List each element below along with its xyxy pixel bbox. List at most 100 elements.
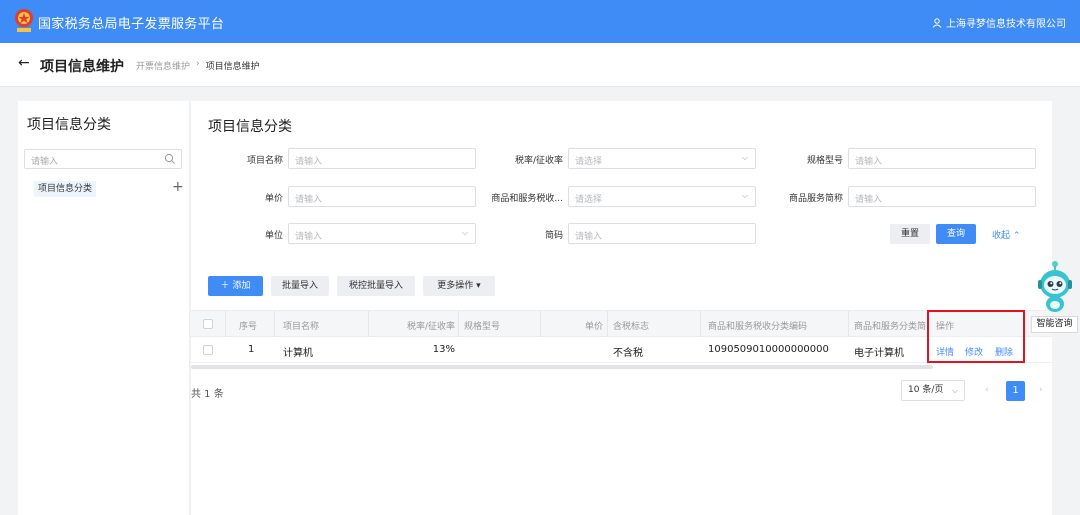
collapse-link[interactable]: 收起 ⌃ [992, 228, 1020, 241]
plus-icon: ＋ [220, 281, 230, 291]
chevron-down-icon: ⌵ [461, 228, 468, 237]
col-spec: 规格型号 [464, 322, 501, 332]
col-tax-flag: 含税标志 [613, 322, 650, 332]
breadcrumb: 开票信息维护 › 项目信息维护 [136, 59, 260, 72]
collapse-label: 收起 [992, 231, 1011, 241]
price-placeholder: 请输入 [295, 195, 323, 205]
add-category-icon[interactable]: + [172, 179, 184, 195]
page-title: 项目信息维护 [40, 59, 124, 75]
tax-rate-placeholder: 请选择 [575, 157, 603, 167]
column-divider [700, 311, 701, 337]
short-name-label: 商品服务简称 [788, 194, 843, 204]
column-divider [607, 311, 608, 337]
brief-code-input[interactable]: 请输入 [568, 223, 756, 244]
back-arrow-icon[interactable]: ← [18, 55, 30, 71]
tax-code-select[interactable]: 请选择 ⌵ [568, 186, 756, 207]
col-tax-short: 商品和服务分类简 [854, 322, 927, 332]
page-size-select[interactable]: 10 条/页 ⌵ [901, 380, 965, 401]
cell-name: 计算机 [283, 348, 313, 359]
item-name-placeholder: 请输入 [295, 157, 323, 167]
column-divider [458, 311, 459, 337]
tax-code-placeholder: 请选择 [575, 195, 603, 205]
app-title: 国家税务总局电子发票服务平台 [38, 17, 225, 32]
column-divider [368, 311, 369, 337]
chevron-down-icon: ⌵ [741, 153, 748, 162]
column-divider [540, 311, 541, 337]
category-search-placeholder: 请输入 [31, 157, 59, 167]
robot-assistant-icon [1038, 261, 1072, 312]
tax-code-label: 商品和服务税收... [491, 194, 563, 204]
table-header: 序号 项目名称 税率/征收率 规格型号 单价 含税标志 商品和服务税收分类编码 … [191, 310, 1052, 337]
query-button[interactable]: 查询 [936, 224, 976, 244]
batch-import-button[interactable]: 批量导入 [271, 276, 329, 296]
user-account[interactable]: 上海寻梦信息技术有限公司 [932, 15, 1066, 30]
category-search-input[interactable]: 请输入 [24, 149, 182, 169]
spec-input[interactable]: 请输入 [848, 148, 1036, 169]
spec-label: 规格型号 [806, 156, 843, 166]
user-icon [932, 17, 942, 28]
actions-highlight-box [927, 310, 1025, 363]
cell-tax-flag: 不含税 [613, 348, 643, 359]
unit-select[interactable]: 请输入 ⌵ [288, 223, 476, 244]
next-page-icon[interactable]: › [1039, 385, 1043, 395]
row-checkbox[interactable] [203, 345, 213, 355]
chevron-up-icon: ⌃ [1012, 231, 1021, 241]
column-divider [848, 311, 849, 337]
smart-consult-label: 智能咨询 [1031, 316, 1078, 333]
item-name-input[interactable]: 请输入 [288, 148, 476, 169]
cell-seq: 1 [248, 344, 255, 355]
price-label: 单价 [264, 194, 283, 204]
total-count: 共 1 条 [191, 389, 224, 400]
item-name-label: 项目名称 [246, 156, 283, 166]
chevron-down-icon: ⌵ [951, 386, 958, 395]
page-number-current[interactable]: 1 [1006, 381, 1025, 401]
unit-placeholder: 请输入 [295, 232, 323, 242]
col-name: 项目名称 [283, 322, 320, 332]
category-panel-title: 项目信息分类 [27, 117, 111, 133]
prev-page-icon[interactable]: ‹ [985, 385, 989, 395]
category-panel: 项目信息分类 请输入 项目信息分类 + [18, 101, 190, 515]
add-button[interactable]: ＋ 添加 [208, 276, 263, 296]
price-input[interactable]: 请输入 [288, 186, 476, 207]
main-panel: 项目信息分类 项目名称 请输入 税率/征收率 请选择 ⌵ 规格型号 请输入 单价… [191, 101, 1052, 515]
company-name: 上海寻梦信息技术有限公司 [946, 19, 1066, 30]
tax-rate-label: 税率/征收率 [514, 156, 563, 166]
horizontal-scrollbar[interactable] [191, 365, 933, 369]
search-icon[interactable] [164, 153, 176, 165]
breadcrumb-parent[interactable]: 开票信息维护 [136, 59, 190, 72]
breadcrumb-bar: ← 项目信息维护 开票信息维护 › 项目信息维护 [0, 43, 1080, 87]
column-divider [274, 311, 275, 337]
short-name-input[interactable]: 请输入 [848, 186, 1036, 207]
col-price: 单价 [584, 322, 603, 332]
tax-batch-import-button[interactable]: 税控批量导入 [337, 276, 415, 296]
col-rate: 税率/征收率 [406, 322, 455, 332]
cell-tax-code: 1090509010000000000 [708, 344, 829, 355]
column-divider [225, 311, 226, 337]
tax-rate-select[interactable]: 请选择 ⌵ [568, 148, 756, 169]
breadcrumb-current: 项目信息维护 [205, 62, 260, 72]
more-actions-label: 更多操作 [437, 281, 474, 291]
short-name-placeholder: 请输入 [855, 195, 883, 205]
brief-code-placeholder: 请输入 [575, 232, 603, 242]
unit-label: 单位 [264, 231, 283, 241]
col-tax-code: 商品和服务税收分类编码 [708, 322, 808, 332]
tax-emblem-icon [15, 9, 33, 32]
cell-tax-short: 电子计算机 [854, 348, 904, 359]
cell-rate: 13% [432, 344, 455, 355]
spec-placeholder: 请输入 [855, 157, 883, 167]
table-row: 1 计算机 13% 不含税 1090509010000000000 电子计算机 … [191, 337, 1052, 363]
page-size-value: 10 条/页 [908, 385, 944, 395]
smart-consult-widget[interactable]: 智能咨询 [1031, 258, 1079, 334]
add-label: 添加 [232, 281, 251, 291]
top-header: 国家税务总局电子发票服务平台 上海寻梦信息技术有限公司 [0, 0, 1080, 43]
more-actions-button[interactable]: 更多操作 ▾ [423, 276, 495, 296]
breadcrumb-separator: › [196, 59, 200, 69]
main-title: 项目信息分类 [208, 119, 292, 135]
select-all-checkbox[interactable] [203, 319, 213, 329]
reset-button[interactable]: 重置 [890, 224, 930, 244]
caret-down-icon: ▾ [476, 281, 481, 291]
category-tree-item[interactable]: 项目信息分类 [34, 181, 97, 197]
col-seq: 序号 [239, 322, 258, 332]
chevron-down-icon: ⌵ [741, 191, 748, 200]
brief-code-label: 简码 [544, 231, 563, 241]
